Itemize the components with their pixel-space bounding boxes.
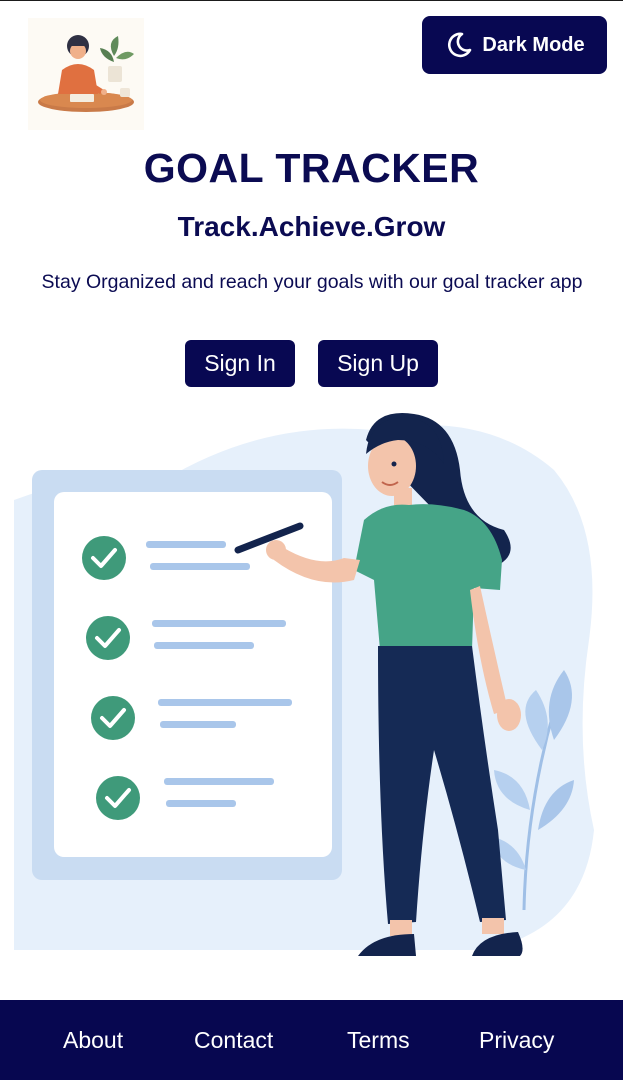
hero-illustration [14,410,609,965]
woman-writing-logo-icon [38,35,134,112]
footer-link-contact[interactable]: Contact [194,1027,273,1054]
dark-mode-label: Dark Mode [482,33,585,56]
sign-in-button[interactable]: Sign In [185,340,295,387]
description: Stay Organized and reach your goals with… [41,271,583,293]
moon-icon [448,32,472,58]
footer-link-privacy[interactable]: Privacy [479,1027,554,1054]
sign-up-button[interactable]: Sign Up [318,340,438,387]
app-logo [28,18,144,130]
footer-link-about[interactable]: About [63,1027,123,1054]
tagline: Track.Achieve.Grow [177,211,446,242]
dark-mode-button[interactable]: Dark Mode [422,16,607,74]
page-title: GOAL TRACKER [143,145,480,191]
top-border [0,0,623,1]
footer-link-terms[interactable]: Terms [347,1027,410,1054]
woman-checklist-illustration-icon [14,413,594,956]
